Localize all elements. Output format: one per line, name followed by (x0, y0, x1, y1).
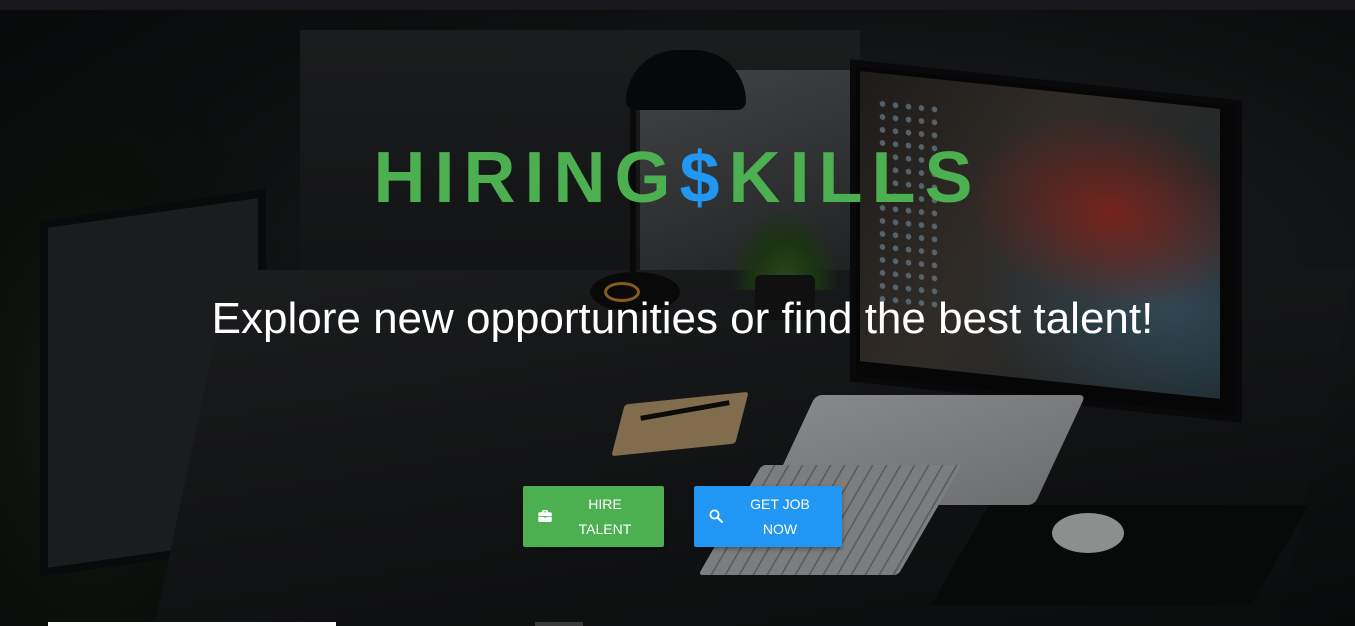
top-bar (0, 0, 1355, 10)
hire-talent-label: HIRE TALENT (578, 496, 632, 537)
get-job-label: GET JOB NOW (750, 496, 810, 537)
brand-logo: HIRING$KILLS (0, 138, 1355, 218)
search-icon (709, 509, 723, 523)
bottom-strip-secondary (535, 622, 583, 626)
bottom-strip (48, 622, 336, 626)
hire-talent-button[interactable]: HIRE TALENT (523, 486, 664, 547)
get-job-button[interactable]: GET JOB NOW (694, 486, 842, 547)
brand-part-1: HIRING (373, 138, 680, 218)
briefcase-icon (538, 510, 552, 522)
brand-dollar: $ (679, 138, 729, 218)
hero-tagline: Explore new opportunities or find the be… (211, 294, 1154, 343)
brand-part-2: KILLS (728, 138, 982, 218)
